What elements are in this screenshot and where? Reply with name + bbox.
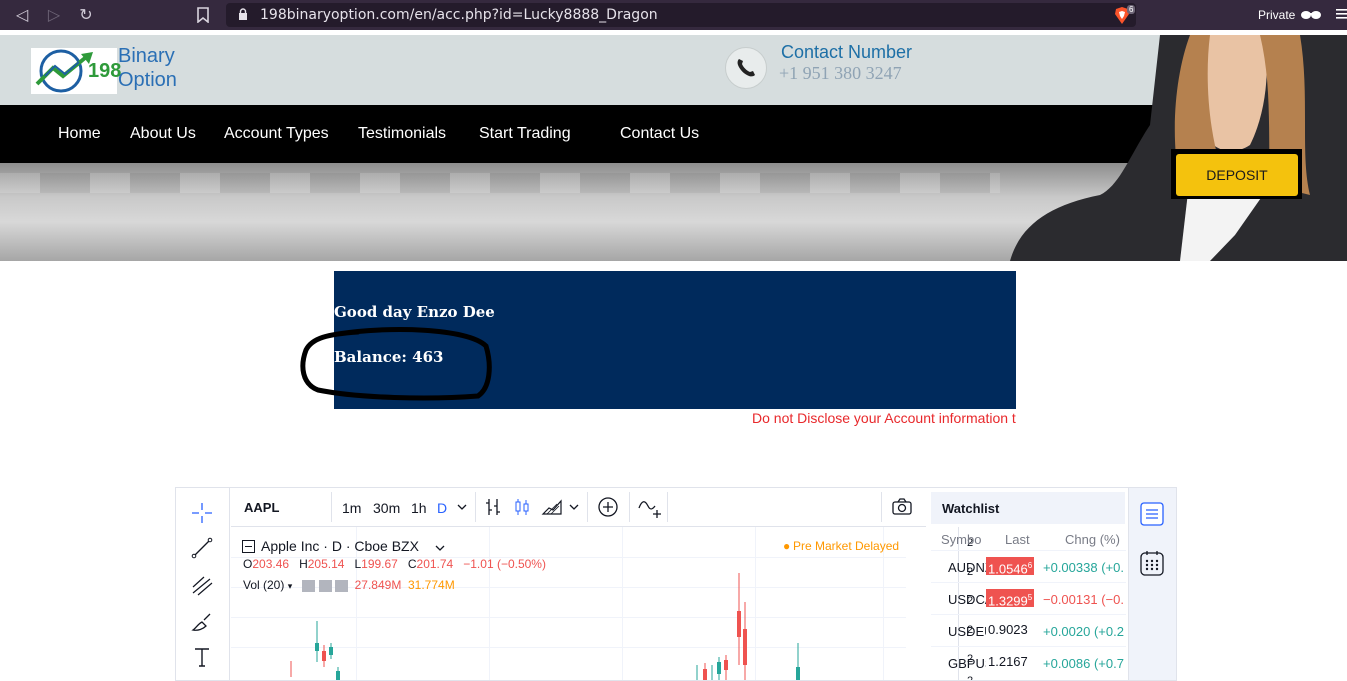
nav-contact-us[interactable]: Contact Us (620, 125, 699, 143)
calendar-icon[interactable] (1140, 550, 1164, 576)
compare-icon[interactable] (637, 496, 663, 518)
high-value: 205.14 (307, 557, 345, 571)
camera-icon[interactable] (891, 496, 913, 518)
nav-about-us[interactable]: About Us (130, 125, 196, 143)
nav-home[interactable]: Home (58, 125, 101, 143)
chevron-down-icon[interactable] (435, 544, 445, 552)
volume-legend: Vol (20) ▾ 27.849M 31.774M (243, 578, 455, 592)
settings-icon[interactable] (318, 579, 332, 592)
watchlist-row[interactable]: GBPUSD 1.2167 +0.0086 (+0.7 (931, 646, 1126, 679)
back-icon[interactable]: ◁ (12, 5, 32, 25)
logo-line-1: Binary (118, 45, 175, 67)
nav-testimonials[interactable]: Testimonials (358, 125, 446, 143)
phone-icon (725, 47, 767, 89)
row-symbol: AUDNZD (948, 560, 986, 575)
greeting-text: Good day Enzo Dee (334, 303, 495, 321)
watchlist-panel: Watchlist Symbo Last Chng (%) AUDNZD 1.0… (931, 488, 1126, 680)
collapse-legend-icon[interactable] (242, 540, 255, 553)
hero-person-image (1010, 35, 1347, 261)
nav-account-types[interactable]: Account Types (224, 125, 329, 143)
add-indicator-icon[interactable] (597, 496, 619, 518)
logo-line-2: Option (118, 69, 177, 91)
chevron-down-icon[interactable]: ▾ (288, 581, 293, 591)
column-change[interactable]: Chng (%) (1065, 532, 1120, 547)
chart-toolbar: AAPL 1m 30m 1h D (231, 488, 926, 527)
trading-chart-widget: AAPL 1m 30m 1h D Apple Inc · D · Cboe BZ… (175, 487, 1177, 681)
trend-line-icon[interactable] (190, 536, 214, 560)
row-last: 0.9023 (988, 622, 1028, 637)
security-warning: Do not Disclose your Account information… (752, 410, 1016, 426)
url-text[interactable]: 198binaryoption.com/en/acc.php?id=Lucky8… (260, 7, 658, 23)
low-value: 199.67 (361, 557, 398, 571)
watchlist-title[interactable]: Watchlist (942, 501, 999, 516)
watchlist-row[interactable]: USDEUR 0.9023 +0.0020 (+0.2 (931, 614, 1126, 647)
contact-number[interactable]: +1 951 380 3247 (779, 63, 902, 84)
candles-icon[interactable] (511, 496, 533, 518)
column-symbol[interactable]: Symbo (941, 532, 981, 547)
watchlist-icon[interactable] (1140, 502, 1164, 526)
row-last: 1.05466 (986, 557, 1035, 576)
widget-side-toolbar (1128, 488, 1176, 680)
nav-start-trading[interactable]: Start Trading (479, 125, 571, 143)
crosshair-icon[interactable] (190, 501, 214, 525)
open-value: 203.46 (252, 557, 290, 571)
forward-icon[interactable]: ▷ (44, 5, 64, 25)
bar-style-icon[interactable] (482, 496, 504, 518)
high-label: H (299, 557, 308, 571)
contact-title: Contact Number (781, 42, 913, 62)
column-last[interactable]: Last (1005, 532, 1030, 547)
text-tool-icon[interactable] (190, 645, 214, 669)
close-icon[interactable] (334, 579, 348, 592)
volume-label[interactable]: Vol (20) (243, 578, 284, 592)
lock-icon (239, 8, 247, 20)
shield-count-badge: 6 (1127, 5, 1136, 14)
row-symbol: USDEUR (948, 624, 986, 639)
private-glasses-icon (1301, 11, 1321, 19)
row-change: +0.0086 (+0.7 (1043, 656, 1124, 671)
fib-tool-icon[interactable] (190, 573, 214, 597)
chevron-down-icon[interactable] (455, 496, 469, 518)
volume-ma-value: 31.774M (407, 578, 455, 592)
interval-30m[interactable]: 30m (373, 500, 400, 516)
browser-toolbar: ◁ ▷ ↻ 198binaryoption.com/en/acc.php?id=… (0, 0, 1347, 30)
brush-icon[interactable] (190, 610, 214, 634)
interval-1m[interactable]: 1m (342, 500, 361, 516)
watchlist-row[interactable]: USDCAD 1.32995 −0.00131 (−0. (931, 582, 1126, 615)
volume-value: 27.849M (354, 578, 402, 592)
area-style-icon[interactable] (541, 496, 563, 518)
drawing-toolbar (176, 488, 230, 680)
row-last: 1.32995 (986, 589, 1035, 608)
reload-icon[interactable]: ↻ (76, 5, 96, 25)
chart-legend-title[interactable]: Apple Inc · D · Cboe BZX (261, 538, 419, 554)
close-label: C (407, 557, 417, 571)
symbol-search[interactable]: AAPL (244, 500, 279, 515)
row-symbol: GBPUSD (948, 656, 986, 671)
menu-icon[interactable] (1336, 8, 1347, 20)
style-dropdown-icon[interactable] (567, 496, 581, 518)
logo-text: Binary Option (118, 44, 177, 92)
change-value: −1.01 (−0.50%) (463, 557, 546, 571)
status-dot: ● (783, 539, 791, 553)
private-window-label: Private (1258, 8, 1296, 22)
open-label: O (243, 557, 253, 571)
row-change: +0.0020 (+0.2 (1043, 624, 1124, 639)
row-last: 1.2167 (988, 654, 1028, 669)
eye-icon[interactable] (302, 579, 316, 592)
close-value: 201.74 (416, 557, 454, 571)
interval-1h[interactable]: 1h (411, 500, 427, 516)
row-change: +0.00338 (+0. (1043, 560, 1124, 575)
watchlist-row[interactable]: AUDNZD 1.05466 +0.00338 (+0. (931, 550, 1126, 583)
ohlc-values: O203.46 H205.14 L199.67 C201.74 −1.01 (−… (243, 557, 546, 571)
hand-drawn-circle-annotation (300, 327, 492, 401)
interval-d[interactable]: D (437, 500, 447, 516)
row-change: −0.00131 (−0. (1043, 592, 1124, 607)
bookmark-icon[interactable] (197, 7, 209, 23)
row-symbol: USDCAD (948, 592, 986, 607)
market-status: Pre Market Delayed (793, 539, 900, 553)
deposit-button[interactable]: DEPOSIT (1176, 154, 1298, 196)
logo-number: 198 (88, 60, 122, 82)
watchlist-header: Watchlist (931, 492, 1125, 524)
price-chart[interactable]: Apple Inc · D · Cboe BZX ● Pre Market De… (231, 527, 973, 680)
